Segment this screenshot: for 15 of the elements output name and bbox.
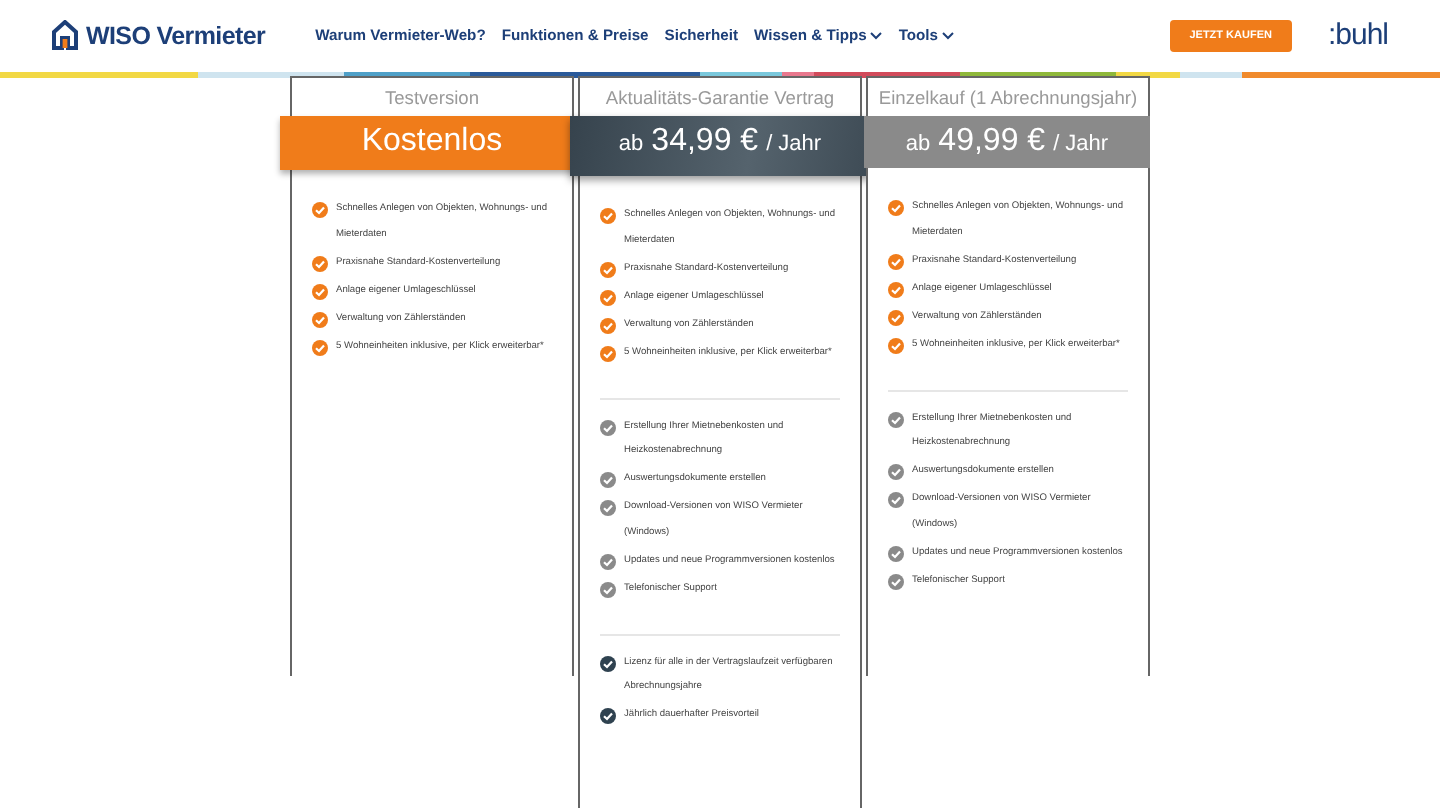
plan-title: Einzelkauf (1 Abrechnungsjahr) <box>876 86 1140 112</box>
price-amount: Kostenlos <box>361 124 503 160</box>
plan-title: Aktualitäts-Garantie Vertrag <box>603 86 837 112</box>
price-unit: / Jahr <box>1053 132 1109 156</box>
chevron-down-icon <box>870 31 883 39</box>
plan-title: Testversion <box>382 86 482 112</box>
chevron-down-icon <box>942 31 955 39</box>
price-amount: 49,99 € <box>938 124 1046 160</box>
logo-text[interactable]: WISO Vermieter <box>86 21 266 49</box>
price-unit: / Jahr <box>766 132 822 156</box>
house-icon <box>52 20 78 50</box>
price-amount: 34,99 € <box>651 124 759 160</box>
brand-logo[interactable]: :buhl <box>1327 18 1388 52</box>
price-unit: ab <box>905 132 931 156</box>
price-unit: ab <box>618 132 644 156</box>
